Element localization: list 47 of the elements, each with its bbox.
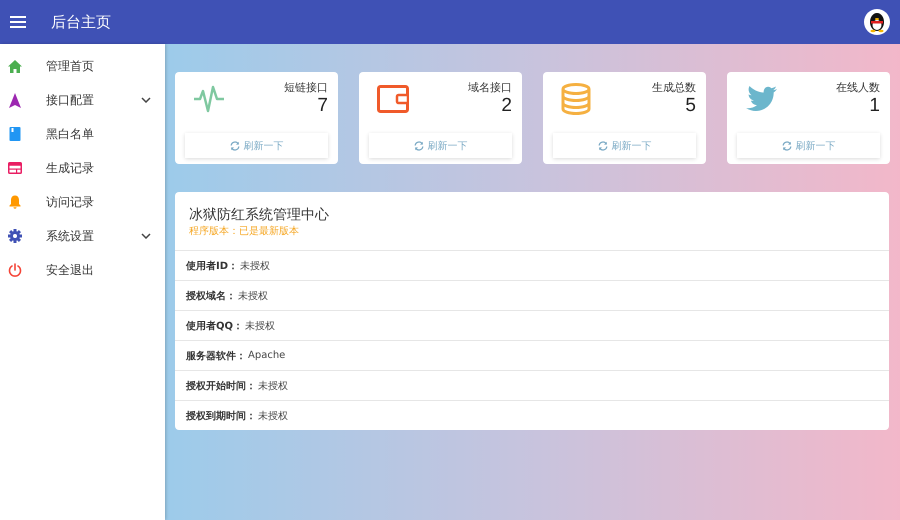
stat-label: 域名接口	[468, 80, 512, 95]
navigation-arrow-icon	[8, 92, 22, 108]
pulse-icon	[193, 84, 225, 114]
penguin-avatar-icon[interactable]	[864, 9, 890, 35]
version-status: 程序版本：已是最新版本	[189, 224, 300, 238]
info-value: 未授权	[258, 380, 288, 392]
wallet-icon	[377, 84, 409, 112]
sidebar-item[interactable]: 安全退出	[0, 253, 165, 287]
database-icon	[561, 82, 591, 114]
stat-value: 7	[317, 95, 328, 117]
info-label: 授权开始时间：	[186, 380, 256, 392]
refresh-icon	[414, 140, 424, 150]
refresh-icon	[230, 140, 240, 150]
info-label: 授权域名：	[186, 290, 236, 302]
card-icon	[8, 162, 22, 174]
info-value: 未授权	[238, 290, 268, 302]
sidebar-item[interactable]: 接口配置	[0, 83, 165, 117]
info-label: 授权到期时间：	[186, 410, 256, 422]
power-icon	[8, 263, 22, 277]
stat-label: 在线人数	[836, 80, 880, 95]
panel-title: 冰狱防红系统管理中心	[189, 206, 330, 224]
info-value: 未授权	[240, 260, 270, 272]
info-value: Apache	[248, 350, 286, 361]
stat-value: 2	[501, 95, 512, 117]
stat-value: 1	[869, 95, 880, 117]
home-icon	[8, 60, 22, 72]
sidebar-item[interactable]: 生成记录	[0, 151, 165, 185]
book-icon	[8, 127, 22, 141]
stat-value: 5	[685, 95, 696, 117]
sidebar-item[interactable]: 管理首页	[0, 49, 165, 83]
info-label: 使用者QQ：	[186, 320, 244, 332]
sidebar-item[interactable]: 访问记录	[0, 185, 165, 219]
sidebar-item[interactable]: 系统设置	[0, 219, 165, 253]
stat-label: 短链接口	[284, 80, 328, 95]
refresh-icon	[782, 140, 792, 150]
sidebar-item[interactable]: 黑白名单	[0, 117, 165, 151]
gear-icon	[8, 229, 22, 243]
info-value: 未授权	[245, 320, 276, 332]
page-title: 后台主页	[51, 12, 112, 32]
bell-icon	[8, 195, 22, 209]
bird-icon	[745, 86, 777, 112]
menu-icon[interactable]	[10, 16, 26, 28]
info-label: 使用者ID：	[186, 260, 238, 272]
info-label: 服务器软件：	[186, 350, 246, 362]
info-value: 未授权	[258, 410, 288, 422]
refresh-icon	[598, 140, 608, 150]
stat-label: 生成总数	[652, 80, 696, 95]
